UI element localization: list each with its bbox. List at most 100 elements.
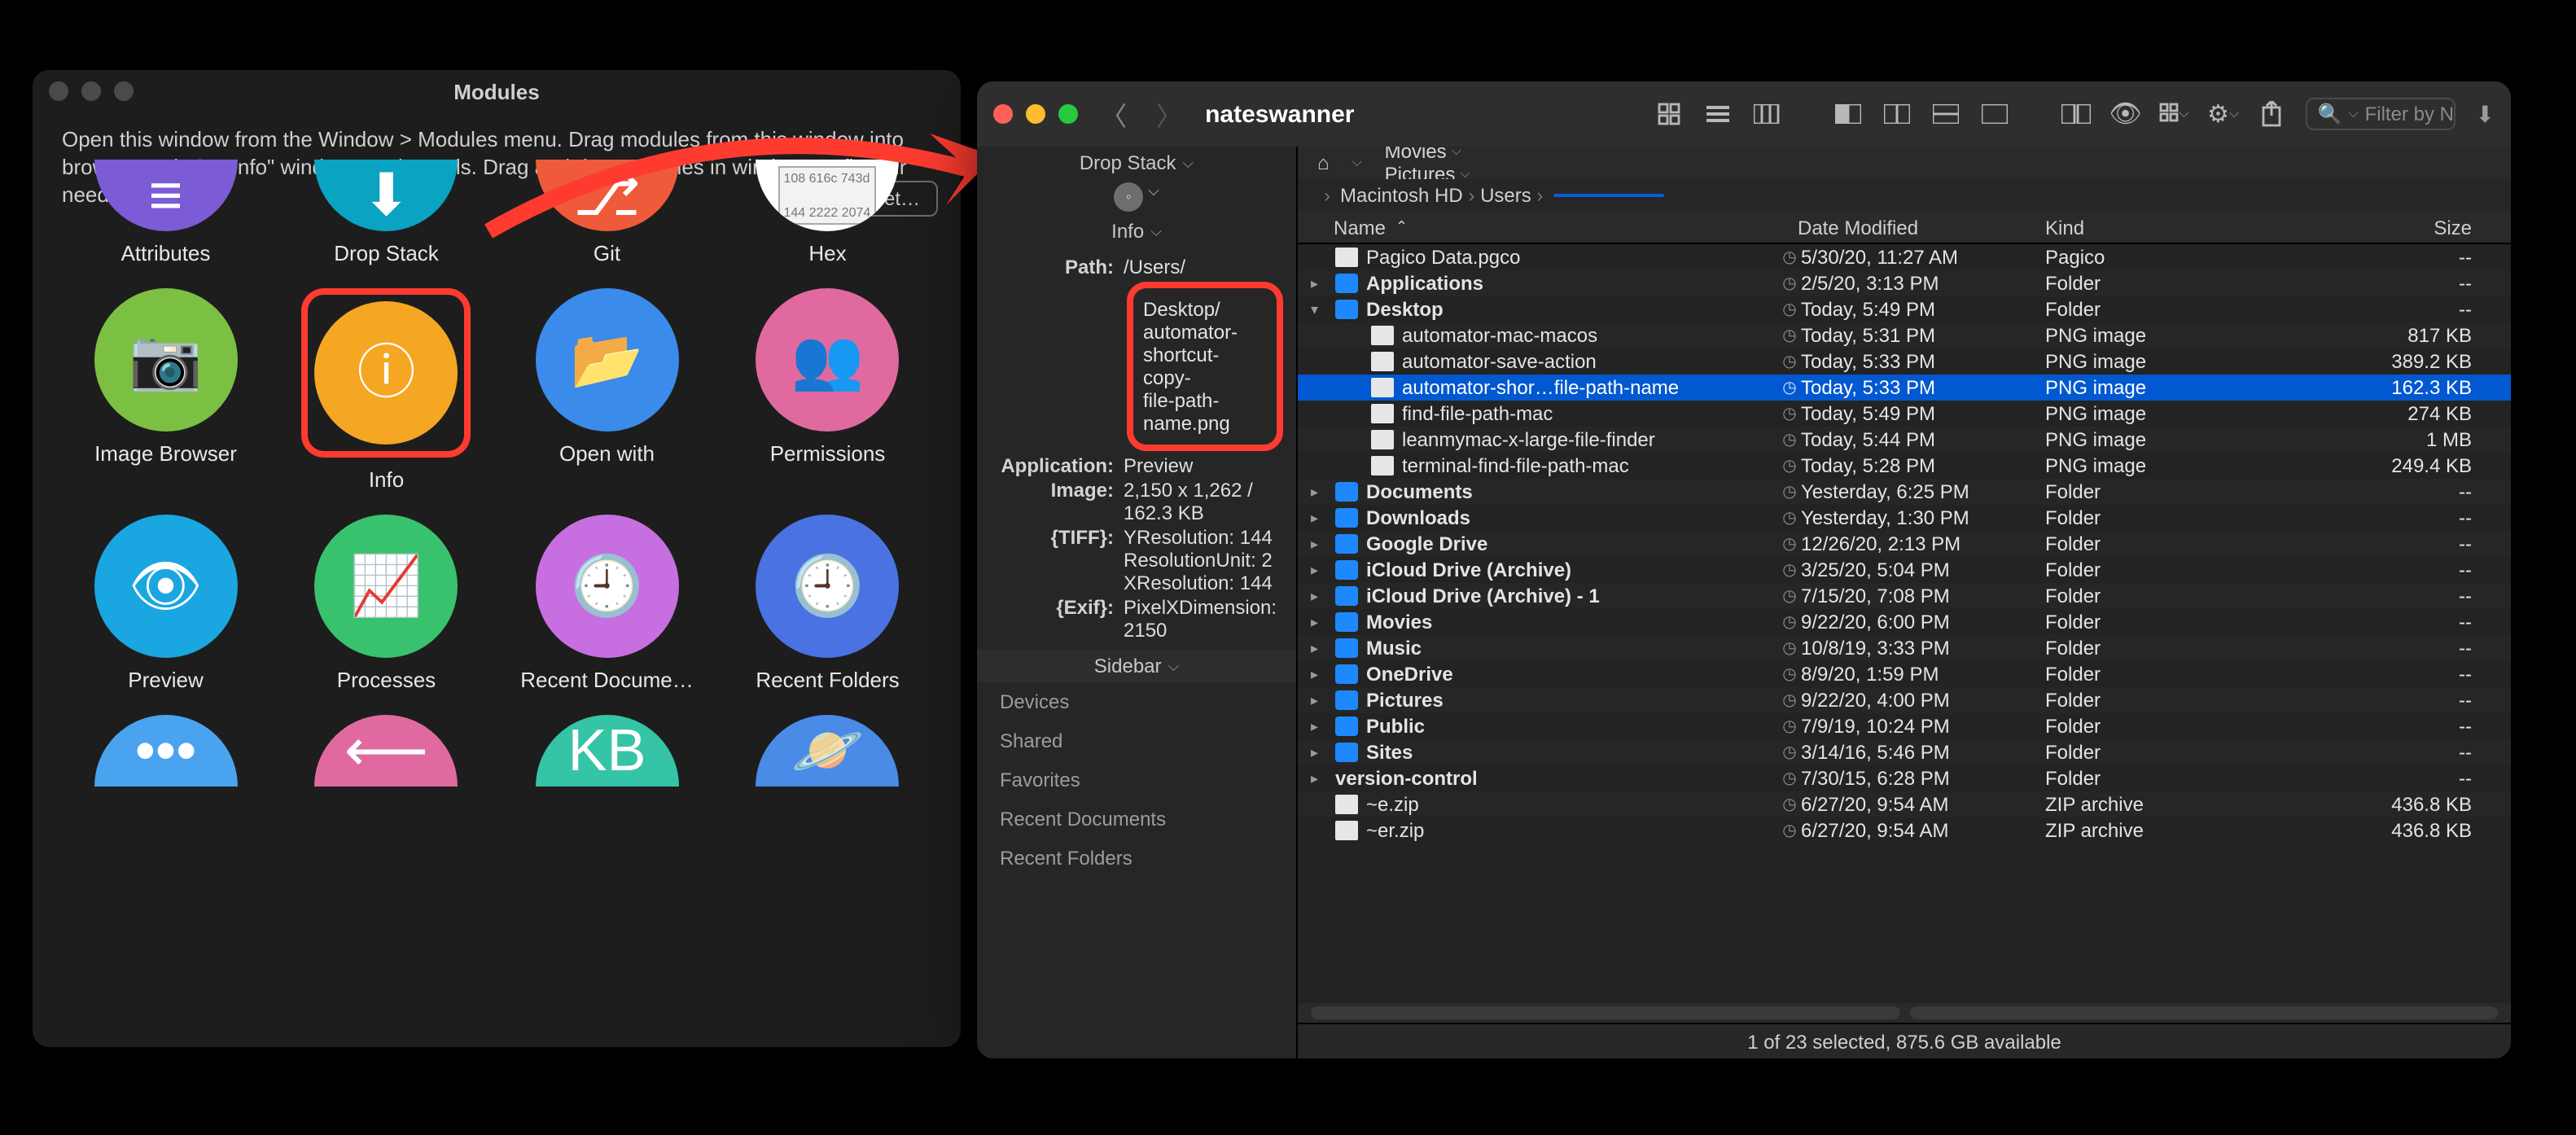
clock-icon: ◷ (1778, 822, 1801, 839)
split-3-icon[interactable] (1932, 103, 1961, 125)
module-tile[interactable]: ≡Attributes (55, 160, 276, 265)
sidebar-group[interactable]: Devices (977, 682, 1296, 721)
info-header[interactable]: Info⌵ (977, 215, 1296, 248)
col-date[interactable]: Date Modified (1798, 216, 2045, 239)
sidebar-group[interactable]: Favorites (977, 760, 1296, 800)
col-size[interactable]: Size (2342, 216, 2511, 239)
home-icon[interactable]: ⌂ (1317, 151, 1330, 174)
file-row[interactable]: ▸Music◷10/8/19, 3:33 PMFolder-- (1298, 635, 2511, 661)
grid-menu-icon[interactable]: ⌵ (2160, 103, 2189, 125)
module-tile[interactable]: 👁Preview (55, 515, 276, 692)
tag-icon[interactable]: ◦ (1114, 182, 1143, 212)
file-row[interactable]: leanmymac-x-large-file-finder◷Today, 5:4… (1298, 427, 2511, 453)
disclosure-icon[interactable]: ▸ (1311, 717, 1327, 735)
download-icon[interactable]: ⬇ (2476, 100, 2495, 128)
disclosure-icon[interactable]: ▾ (1311, 300, 1327, 318)
file-size: -- (2342, 272, 2511, 295)
module-tile[interactable]: ⬇Drop Stack (276, 160, 497, 265)
h-scrollbar[interactable] (1311, 1006, 1899, 1019)
disclosure-icon[interactable]: ▸ (1311, 561, 1327, 579)
module-tile[interactable]: ••• (55, 715, 276, 796)
column-headers: Name⌃ Date Modified Kind Size (1298, 212, 2511, 244)
file-row[interactable]: terminal-find-file-path-mac◷Today, 5:28 … (1298, 453, 2511, 479)
split-2-icon[interactable] (1883, 103, 1912, 125)
sidebar-group[interactable]: Recent Folders (977, 839, 1296, 878)
disclosure-icon[interactable]: ▸ (1311, 691, 1327, 709)
sidebar-group[interactable]: Recent Documents (977, 800, 1296, 839)
file-name: iCloud Drive (Archive) (1366, 559, 1571, 581)
file-row[interactable]: ▸OneDrive◷8/9/20, 1:59 PMFolder-- (1298, 661, 2511, 687)
module-tile[interactable]: 🪐 (717, 715, 938, 796)
col-kind[interactable]: Kind (2045, 216, 2342, 239)
file-row[interactable]: ▾Desktop◷Today, 5:49 PMFolder-- (1298, 296, 2511, 322)
path-segment[interactable]: Macintosh HD (1340, 184, 1463, 207)
actions-icon[interactable]: ⚙⌵ (2209, 103, 2238, 125)
module-tile[interactable]: 📈Processes (276, 515, 497, 692)
file-name: Downloads (1366, 506, 1470, 529)
file-list[interactable]: Pagico Data.pgco◷5/30/20, 11:27 AMPagico… (1298, 244, 2511, 1003)
nav-forward-icon[interactable]: 〉 (1150, 94, 1189, 134)
icon-view-button[interactable] (1655, 103, 1684, 125)
disclosure-icon[interactable]: ▸ (1311, 483, 1327, 501)
file-row[interactable]: Pagico Data.pgco◷5/30/20, 11:27 AMPagico… (1298, 244, 2511, 270)
file-row[interactable]: ▸version-control◷7/30/15, 6:28 PMFolder-… (1298, 765, 2511, 791)
file-row[interactable]: ▸Sites◷3/14/16, 5:46 PMFolder-- (1298, 739, 2511, 765)
dual-pane-icon[interactable] (2062, 103, 2092, 125)
clock-icon: ◷ (1778, 509, 1801, 527)
sidebar-group[interactable]: Shared (977, 721, 1296, 760)
sidebar-header[interactable]: Sidebar⌵ (977, 650, 1296, 682)
col-name[interactable]: Name⌃ (1298, 216, 1798, 239)
module-label: Processes (337, 668, 436, 692)
file-date: Yesterday, 1:30 PM (1801, 506, 2045, 529)
traffic-lights[interactable] (993, 104, 1078, 124)
disclosure-icon[interactable]: ▸ (1311, 665, 1327, 683)
module-tile[interactable]: ⎇Git (497, 160, 717, 265)
file-row[interactable]: ▸Downloads◷Yesterday, 1:30 PMFolder-- (1298, 505, 2511, 531)
disclosure-icon[interactable]: ▸ (1311, 743, 1327, 761)
h-scrollbar-2[interactable] (1909, 1006, 2498, 1019)
list-view-button[interactable] (1704, 103, 1733, 125)
path-user-redacted[interactable] (1553, 194, 1663, 197)
file-row[interactable]: ▸Pictures◷9/22/20, 4:00 PMFolder-- (1298, 687, 2511, 713)
file-row[interactable]: ▸Public◷7/9/19, 10:24 PMFolder-- (1298, 713, 2511, 739)
share-icon[interactable] (2258, 103, 2287, 125)
module-tile[interactable]: KB (497, 715, 717, 796)
quicklook-icon[interactable]: 👁 (2111, 103, 2140, 125)
disclosure-icon[interactable]: ▸ (1311, 587, 1327, 605)
module-tile[interactable]: 👥Permissions (717, 288, 938, 492)
column-view-button[interactable] (1753, 103, 1782, 125)
file-row[interactable]: automator-save-action◷Today, 5:33 PMPNG … (1298, 348, 2511, 375)
module-tile[interactable]: 🕘Recent Folders (717, 515, 938, 692)
module-tile[interactable]: 🕘Recent Docume… (497, 515, 717, 692)
nav-back-icon[interactable]: 〈 (1094, 94, 1133, 134)
module-tile[interactable]: ⓘInfo (276, 288, 497, 492)
file-row[interactable]: find-file-path-mac◷Today, 5:49 PMPNG ima… (1298, 401, 2511, 427)
module-tile[interactable]: 📷Image Browser (55, 288, 276, 492)
file-row[interactable]: ▸Google Drive◷12/26/20, 2:13 PMFolder-- (1298, 531, 2511, 557)
module-tile[interactable]: 📂Open with (497, 288, 717, 492)
file-row[interactable]: automator-shor…file-path-name◷Today, 5:3… (1298, 375, 2511, 401)
module-tile[interactable]: ⟵ (276, 715, 497, 796)
disclosure-icon[interactable]: ▸ (1311, 769, 1327, 787)
file-date: 3/14/16, 5:46 PM (1801, 741, 2045, 764)
split-4-icon[interactable] (1981, 103, 2010, 125)
file-row[interactable]: ~er.zip◷6/27/20, 9:54 AMZIP archive436.8… (1298, 817, 2511, 844)
search-field[interactable]: 🔍⌵Filter by N (2307, 98, 2456, 130)
file-row[interactable]: ▸iCloud Drive (Archive) - 1◷7/15/20, 7:0… (1298, 583, 2511, 609)
disclosure-icon[interactable]: ▸ (1311, 274, 1327, 292)
file-row[interactable]: ▸iCloud Drive (Archive)◷3/25/20, 5:04 PM… (1298, 557, 2511, 583)
disclosure-icon[interactable]: ▸ (1311, 613, 1327, 631)
file-row[interactable]: ▸Movies◷9/22/20, 6:00 PMFolder-- (1298, 609, 2511, 635)
file-row[interactable]: ▸Applications◷2/5/20, 3:13 PMFolder-- (1298, 270, 2511, 296)
traffic-lights[interactable] (49, 81, 134, 101)
split-1-icon[interactable] (1834, 103, 1864, 125)
disclosure-icon[interactable]: ▸ (1311, 509, 1327, 527)
disclosure-icon[interactable]: ▸ (1311, 535, 1327, 553)
drop-stack-header[interactable]: Drop Stack⌵ (977, 147, 1296, 179)
disclosure-icon[interactable]: ▸ (1311, 639, 1327, 657)
file-row[interactable]: automator-mac-macos◷Today, 5:31 PMPNG im… (1298, 322, 2511, 348)
search-icon: 🔍 (2318, 103, 2342, 125)
file-row[interactable]: ▸Documents◷Yesterday, 6:25 PMFolder-- (1298, 479, 2511, 505)
path-segment[interactable]: Users (1480, 184, 1531, 207)
file-row[interactable]: ~e.zip◷6/27/20, 9:54 AMZIP archive436.8 … (1298, 791, 2511, 817)
